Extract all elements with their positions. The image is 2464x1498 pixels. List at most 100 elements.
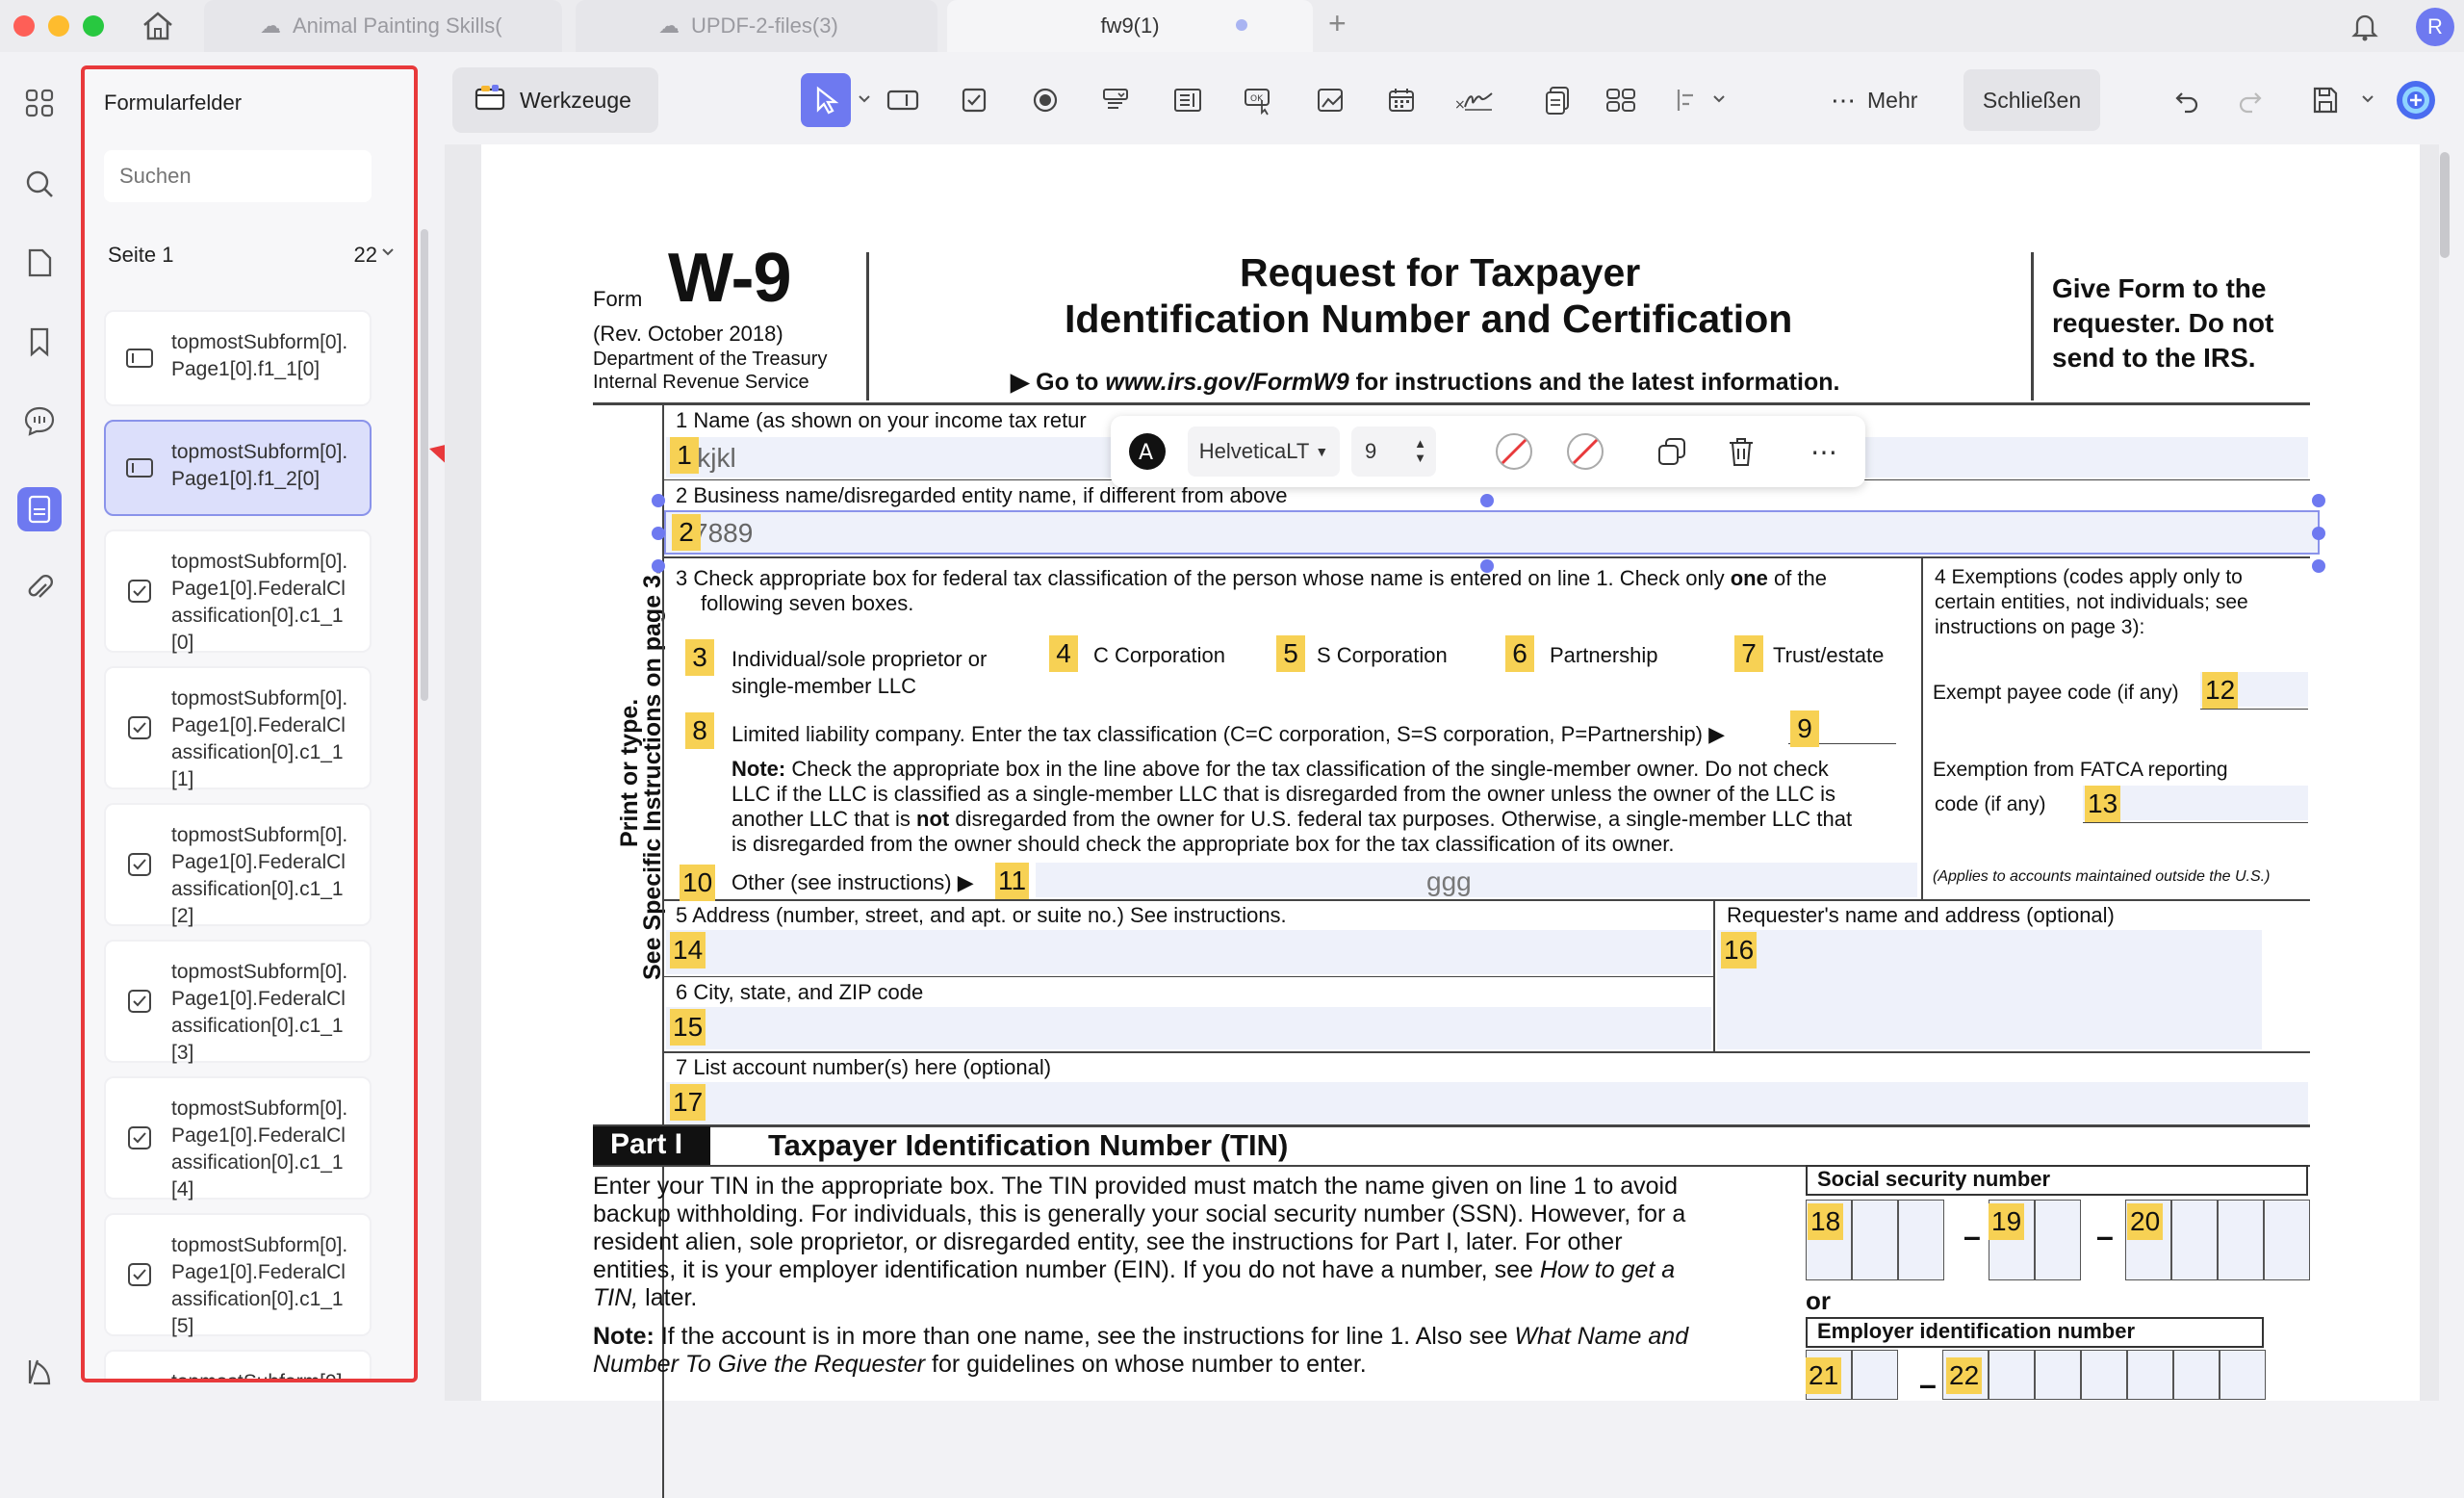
opt-c-corp: C Corporation xyxy=(1093,643,1225,667)
bookmark-icon[interactable] xyxy=(17,320,62,364)
irs-url-link[interactable]: www.irs.gov/FormW9 xyxy=(1105,369,1348,396)
account-field[interactable] xyxy=(666,1082,2308,1124)
form-fields-icon[interactable] xyxy=(17,487,62,531)
bell-icon[interactable] xyxy=(2348,10,2381,47)
business-name-field[interactable] xyxy=(664,510,2320,555)
close-window-button[interactable] xyxy=(13,15,35,37)
digit-box[interactable] xyxy=(2220,1350,2266,1400)
stepper-arrows-icon[interactable]: ▲ ▼ xyxy=(1414,436,1426,465)
search-icon[interactable] xyxy=(17,162,62,206)
digit-box[interactable] xyxy=(2081,1350,2127,1400)
form-field-item[interactable]: topmostSubform[0].Page1[0].FederalClassi… xyxy=(104,803,372,927)
pages-icon[interactable] xyxy=(17,241,62,285)
comment-icon[interactable] xyxy=(17,399,62,443)
form-field-item[interactable]: topmostSubform[0].Page1[0].FederalClassi… xyxy=(104,666,372,790)
give-form-line1: Give Form to the xyxy=(2052,273,2267,303)
digit-box[interactable] xyxy=(1898,1200,1944,1280)
search-input[interactable] xyxy=(104,150,372,202)
resize-handle[interactable] xyxy=(652,559,665,573)
tab-fw9[interactable]: fw9(1) xyxy=(947,0,1313,52)
other-field[interactable] xyxy=(1036,863,1917,897)
undo-icon[interactable] xyxy=(2162,73,2212,127)
form-field-item[interactable]: topmostSubform[0].Page1[0].FederalClassi… xyxy=(104,1076,372,1201)
digit-box[interactable] xyxy=(1852,1200,1898,1280)
digit-box[interactable] xyxy=(2035,1200,2081,1280)
requester-field[interactable] xyxy=(1717,930,2262,1049)
resize-handle[interactable] xyxy=(2312,494,2325,507)
panel-scrollbar[interactable] xyxy=(421,229,428,701)
thumbnails-icon[interactable] xyxy=(17,81,62,125)
resize-handle[interactable] xyxy=(652,494,665,507)
digit-box[interactable] xyxy=(2035,1350,2081,1400)
button-tool-icon[interactable]: OK xyxy=(1234,73,1284,127)
new-tab-button[interactable]: + xyxy=(1328,6,1347,41)
form-field-item[interactable]: topmostSubform[0].Page1[0].FederalClassi… xyxy=(104,529,372,654)
more-button[interactable]: ⋯ Mehr xyxy=(1831,73,1917,127)
resize-handle[interactable] xyxy=(1480,494,1494,507)
form-field-item[interactable]: topmostSubform[0].Page1[0].FederalClassi… xyxy=(104,1213,372,1337)
signature-tool-icon[interactable]: × xyxy=(1450,73,1500,127)
resize-handle[interactable] xyxy=(2312,559,2325,573)
digit-box[interactable] xyxy=(1852,1350,1898,1400)
chevron-down-icon[interactable] xyxy=(857,92,872,111)
font-size-stepper[interactable]: 9 ▲ ▼ xyxy=(1351,426,1436,477)
goto-prefix: ▶ Go to xyxy=(1011,369,1106,396)
grid-layout-icon[interactable] xyxy=(1596,73,1646,127)
maximize-window-button[interactable] xyxy=(83,15,104,37)
date-field-tool-icon[interactable] xyxy=(1376,73,1426,127)
layers-icon[interactable] xyxy=(17,1350,62,1394)
more-options-icon[interactable]: ⋯ xyxy=(1800,416,1848,487)
form-field-item[interactable]: topmostSubform[0].Page1[0].f1_2[0] xyxy=(104,420,372,516)
align-left-icon[interactable] xyxy=(1663,73,1713,127)
ai-assistant-icon[interactable] xyxy=(2391,73,2441,127)
page-group-header[interactable]: Seite 1 22 xyxy=(108,243,397,268)
close-form-editing-button[interactable]: Schließen xyxy=(1964,69,2100,131)
home-icon[interactable] xyxy=(141,10,175,47)
digit-box[interactable] xyxy=(2171,1200,2218,1280)
field-number-badge: 14 xyxy=(670,932,706,969)
list-box-tool-icon[interactable] xyxy=(1163,73,1213,127)
digit-box[interactable] xyxy=(2218,1200,2264,1280)
save-icon[interactable] xyxy=(2300,73,2350,127)
text-color-icon[interactable]: A xyxy=(1124,416,1170,487)
text-field-tool-icon[interactable] xyxy=(878,73,928,127)
tab-animal-painting[interactable]: ☁ Animal Painting Skills( xyxy=(204,0,562,52)
checkbox-icon xyxy=(125,987,154,1016)
form-field-item[interactable]: topmostSubform[0].Page1[0].f1_1[0] xyxy=(104,310,372,406)
radio-button-tool-icon[interactable] xyxy=(1020,73,1070,127)
city-field[interactable] xyxy=(666,1007,1711,1049)
tin-italic: TIN, xyxy=(593,1284,639,1311)
digit-box[interactable] xyxy=(1989,1350,2035,1400)
note-text: disregarded from the owner for U.S. fede… xyxy=(949,807,1853,831)
chevron-down-icon[interactable] xyxy=(2360,92,2375,111)
field-number-badge: 13 xyxy=(2085,786,2121,822)
digit-box[interactable] xyxy=(2127,1350,2173,1400)
minimize-window-button[interactable] xyxy=(48,15,69,37)
chevron-down-icon[interactable] xyxy=(1711,92,1727,111)
resize-handle[interactable] xyxy=(652,527,665,540)
fill-none-icon[interactable] xyxy=(1490,416,1538,487)
tools-button[interactable]: Werkzeuge xyxy=(452,67,658,133)
chevron-down-icon[interactable] xyxy=(379,241,397,266)
redo-icon[interactable] xyxy=(2225,73,2275,127)
address-field[interactable] xyxy=(666,930,1711,974)
attachment-icon[interactable] xyxy=(17,566,62,610)
copy-fields-icon[interactable] xyxy=(1532,73,1582,127)
digit-box[interactable] xyxy=(2173,1350,2220,1400)
user-avatar[interactable]: R xyxy=(2416,8,2454,46)
select-tool-button[interactable] xyxy=(801,73,851,127)
delete-icon[interactable] xyxy=(1717,416,1765,487)
font-family-select[interactable]: HelveticaLT ▼ xyxy=(1188,426,1340,477)
border-none-icon[interactable] xyxy=(1561,416,1609,487)
form-field-item[interactable]: topmostSubform[0].Page1[0].FederalClassi… xyxy=(104,940,372,1064)
caret-down-icon: ▼ xyxy=(1315,444,1329,459)
dropdown-tool-icon[interactable] xyxy=(1091,73,1142,127)
document-scrollbar[interactable] xyxy=(2440,152,2450,258)
image-field-tool-icon[interactable] xyxy=(1305,73,1355,127)
checkbox-tool-icon[interactable] xyxy=(949,73,999,127)
tab-updf-files[interactable]: ☁ UPDF-2-files(3) xyxy=(576,0,937,52)
form-field-item[interactable]: topmostSubform[0].Page1[0].FederalClassi xyxy=(104,1350,372,1379)
resize-handle[interactable] xyxy=(2312,527,2325,540)
digit-box[interactable] xyxy=(2264,1200,2310,1280)
duplicate-icon[interactable] xyxy=(1648,416,1696,487)
